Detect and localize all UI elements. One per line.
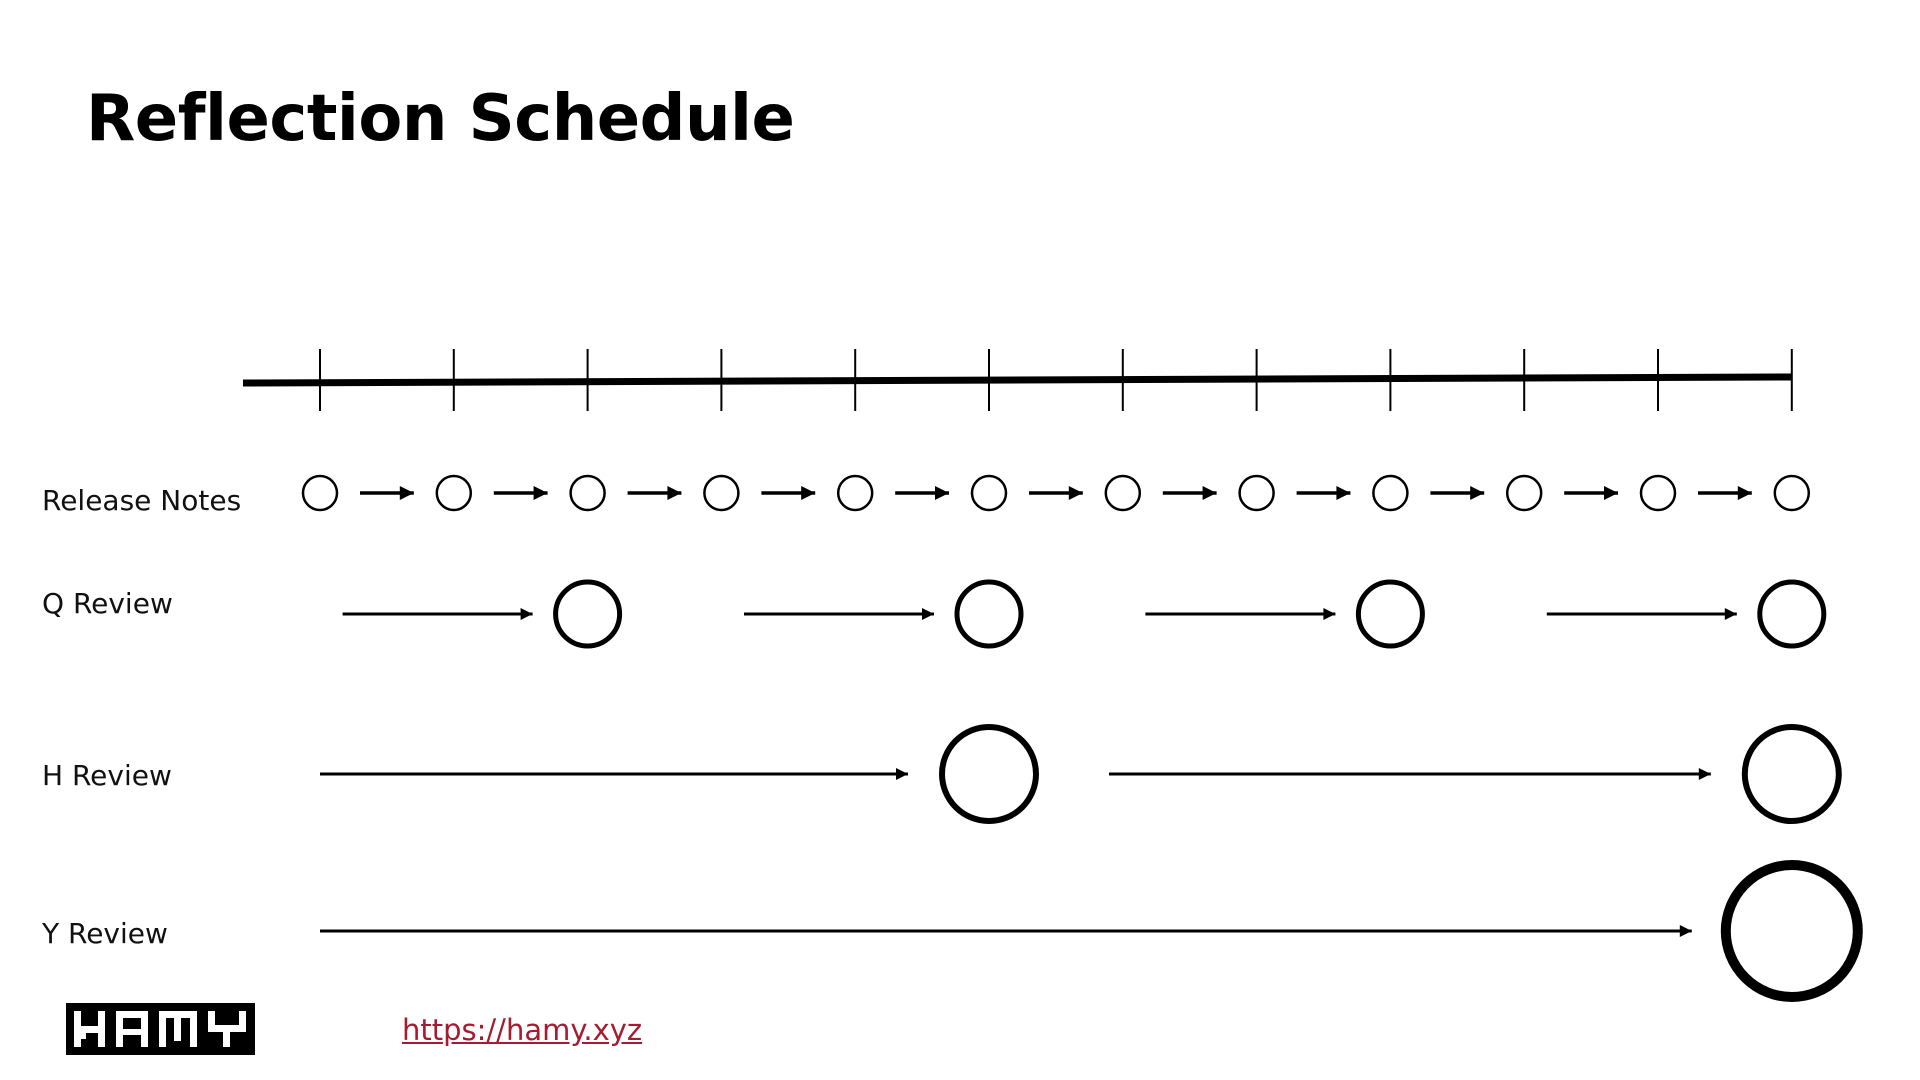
row-label: Y Review xyxy=(41,917,168,950)
row-h-review: H Review xyxy=(42,724,1842,824)
reflection-timeline-diagram: Release Notes Q Review H Review Y Review xyxy=(41,349,1863,1002)
milestone-circle xyxy=(836,474,874,512)
row-release-notes: Release Notes xyxy=(42,474,1811,517)
milestone-circle xyxy=(1505,474,1543,512)
row-label: Q Review xyxy=(42,587,173,620)
milestone-circle xyxy=(1720,860,1863,1002)
milestone-circle xyxy=(703,474,740,512)
milestone-circle xyxy=(1372,474,1409,512)
milestone-circle xyxy=(301,474,339,512)
milestone-circle xyxy=(1355,579,1425,649)
milestone-circle xyxy=(1741,724,1842,824)
milestone-circle xyxy=(1104,474,1142,512)
milestone-circle xyxy=(553,579,623,649)
milestone-circle xyxy=(435,474,473,512)
milestone-circle xyxy=(970,474,1008,512)
milestone-circle xyxy=(939,724,1039,824)
row-label: Release Notes xyxy=(42,484,241,517)
milestone-circle xyxy=(1773,474,1811,512)
hamy-logo xyxy=(66,1003,255,1055)
milestone-circle xyxy=(1757,579,1827,649)
row-q-review: Q Review xyxy=(42,579,1827,649)
milestone-circle xyxy=(569,474,606,512)
timeline-axis xyxy=(242,373,1792,387)
milestone-circle xyxy=(954,579,1024,649)
milestone-circle xyxy=(1639,474,1677,512)
milestone-circle xyxy=(1238,474,1275,512)
row-y-review: Y Review xyxy=(41,860,1863,1002)
website-link[interactable]: https://hamy.xyz xyxy=(402,1013,642,1047)
row-label: H Review xyxy=(42,759,172,792)
